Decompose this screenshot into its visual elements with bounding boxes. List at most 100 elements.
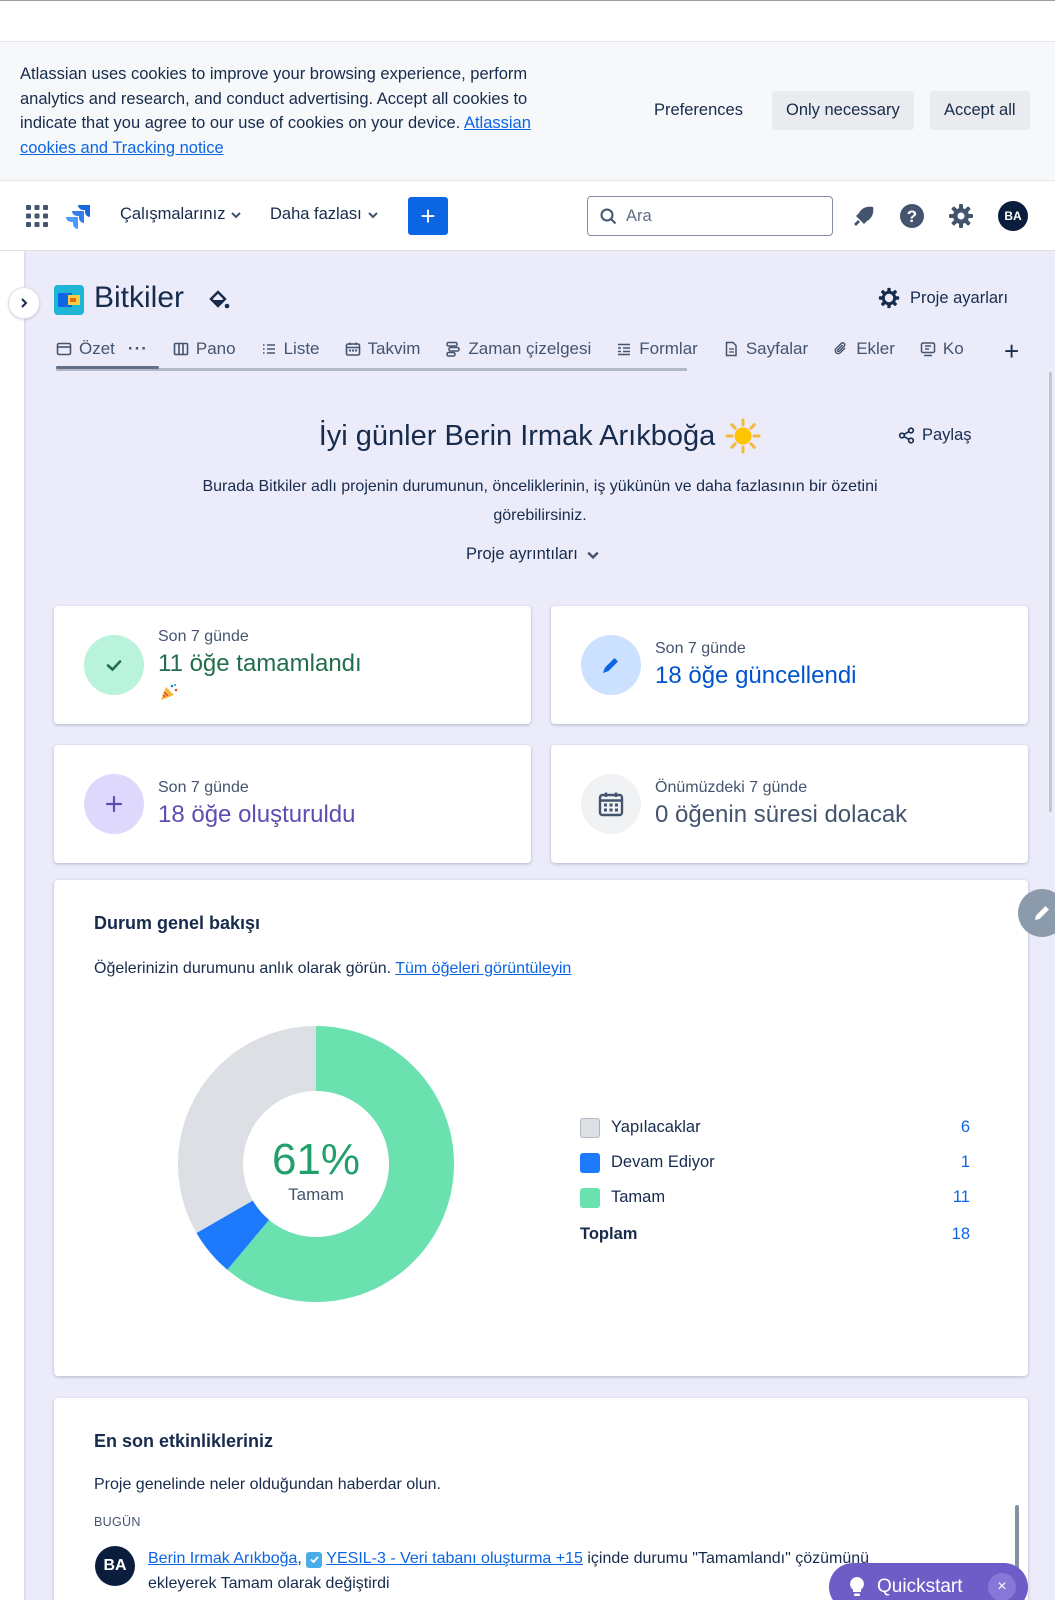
- active-tab-indicator: [56, 366, 159, 369]
- legend-row-done[interactable]: Tamam 11: [580, 1180, 980, 1215]
- stat-card-created[interactable]: Son 7 günde 18 öğe oluşturuldu: [54, 745, 531, 863]
- chevron-down-icon: [231, 211, 242, 218]
- tab-calendar[interactable]: Takvim: [345, 329, 421, 369]
- stat-period: Son 7 günde: [158, 779, 249, 796]
- calendar-icon: [598, 792, 624, 817]
- legend-total-label: Toplam: [580, 1224, 638, 1243]
- project-details-toggle[interactable]: Proje ayrıntıları: [466, 545, 599, 564]
- gear-icon: [878, 287, 900, 309]
- code-icon: [920, 342, 936, 357]
- legend-row-total: Toplam 18: [580, 1215, 980, 1253]
- settings-icon[interactable]: [948, 203, 974, 229]
- quickstart-button[interactable]: Quickstart ×: [829, 1563, 1028, 1600]
- share-label: Paylaş: [922, 426, 972, 444]
- legend-total-value: 18: [951, 1224, 970, 1243]
- project-title: Bitkiler: [94, 281, 185, 314]
- tab-list[interactable]: Liste: [261, 329, 320, 369]
- greeting-text: İyi günler Berin Irmak Arıkboğa: [318, 419, 716, 452]
- legend-row-in-progress[interactable]: Devam Ediyor 1: [580, 1145, 980, 1180]
- calendar-icon: [345, 342, 360, 356]
- preferences-button[interactable]: Preferences: [640, 91, 757, 130]
- sidebar-expand-button[interactable]: [8, 287, 40, 319]
- share-button[interactable]: Paylaş: [898, 426, 972, 445]
- stat-period: Son 7 günde: [655, 640, 746, 657]
- tab-more-icon[interactable]: ···: [128, 339, 148, 359]
- tab-board[interactable]: Pano: [173, 329, 236, 369]
- paint-bucket-icon[interactable]: [208, 289, 230, 311]
- legend-value: 11: [952, 1188, 970, 1206]
- tab-calendar-label: Takvim: [367, 339, 421, 358]
- stat-card-completed[interactable]: Son 7 günde 11 öğe tamamlandı: [54, 606, 531, 724]
- activity-user-link[interactable]: Berin Irmak Arıkboğa: [148, 1550, 297, 1567]
- status-overview-title: Durum genel bakışı: [94, 913, 261, 933]
- chevron-right-icon: [21, 298, 28, 308]
- avatar[interactable]: BA: [95, 1546, 135, 1586]
- tab-forms-label: Formlar: [639, 339, 698, 358]
- search-input[interactable]: [626, 206, 816, 226]
- board-icon: [173, 342, 189, 356]
- jira-logo-icon[interactable]: [66, 203, 92, 229]
- legend-label: Yapılacaklar: [611, 1118, 701, 1136]
- share-icon: [898, 427, 915, 444]
- tab-attachments-label: Ekler: [856, 339, 895, 358]
- created-icon-circle: [84, 774, 144, 834]
- status-legend: Yapılacaklar 6 Devam Ediyor 1 Tamam 11 T…: [580, 1110, 980, 1253]
- activity-entry: Berin Irmak Arıkboğa, YESIL-3 - Veri tab…: [148, 1550, 870, 1592]
- app-switcher-icon[interactable]: [26, 205, 48, 227]
- accept-all-button[interactable]: Accept all: [930, 91, 1030, 130]
- due-icon-circle: [581, 774, 641, 834]
- stat-card-updated[interactable]: Son 7 günde 18 öğe güncellendi: [551, 606, 1028, 724]
- tab-attachments[interactable]: Ekler: [833, 329, 895, 369]
- legend-row-todo[interactable]: Yapılacaklar 6: [580, 1110, 980, 1145]
- tab-list-label: Liste: [283, 339, 320, 358]
- browser-top-strip: [0, 0, 1055, 41]
- stat-value: 11 öğe tamamlandı: [158, 650, 362, 677]
- summary-intro: Burada Bitkiler adlı projenin durumunun,…: [202, 478, 878, 524]
- project-tabs: Özet ··· Pano Liste Takvim Zaman çizelge…: [56, 329, 1036, 369]
- only-necessary-button[interactable]: Only necessary: [772, 91, 914, 130]
- project-details-label: Proje ayrıntıları: [466, 545, 578, 563]
- party-popper-icon: [161, 684, 178, 700]
- activity-title: En son etkinlikleriniz: [94, 1431, 274, 1451]
- lightbulb-icon: [850, 1577, 864, 1596]
- tab-summary-label: Özet: [79, 339, 115, 358]
- stat-value: 0 öğenin süresi dolacak: [655, 801, 908, 828]
- tab-timeline[interactable]: Zaman çizelgesi: [445, 329, 591, 369]
- your-work-dropdown[interactable]: Çalışmalarınız: [120, 205, 242, 224]
- your-work-label: Çalışmalarınız: [120, 205, 226, 223]
- pages-icon: [725, 341, 737, 357]
- tab-summary[interactable]: Özet ···: [56, 329, 148, 369]
- donut-center-label: Tamam: [288, 1185, 344, 1204]
- more-dropdown[interactable]: Daha fazlası: [270, 205, 378, 224]
- add-tab-button[interactable]: +: [1004, 336, 1019, 367]
- status-overview-description: Öğelerinizin durumunu anlık olarak görün…: [94, 960, 572, 977]
- help-icon[interactable]: ?: [899, 203, 925, 229]
- view-all-items-link[interactable]: Tüm öğeleri görüntüleyin: [395, 960, 571, 977]
- stat-value: 18 öğe güncellendi: [655, 662, 857, 689]
- activity-description: Proje genelinde neler olduğundan haberda…: [94, 1476, 441, 1493]
- pencil-icon: [1035, 906, 1049, 920]
- close-icon[interactable]: ×: [988, 1573, 1016, 1600]
- cookie-banner: Atlassian uses cookies to improve your b…: [0, 41, 1055, 181]
- search-icon: [600, 208, 617, 224]
- stat-card-due[interactable]: Önümüzdeki 7 günde 0 öğenin süresi dolac…: [551, 745, 1028, 863]
- project-avatar-icon: [54, 285, 84, 315]
- tab-pages-label: Sayfalar: [745, 339, 809, 358]
- sun-icon: [725, 418, 761, 454]
- tab-pages[interactable]: Sayfalar: [723, 329, 808, 369]
- profile-avatar[interactable]: BA: [998, 201, 1028, 231]
- tab-timeline-label: Zaman çizelgesi: [468, 339, 592, 358]
- cookie-text: Atlassian uses cookies to improve your b…: [20, 65, 531, 157]
- stat-period: Son 7 günde: [158, 628, 249, 645]
- tab-code[interactable]: Ko: [920, 329, 974, 369]
- create-button[interactable]: +: [408, 197, 448, 235]
- more-label: Daha fazlası: [270, 205, 362, 223]
- search-box[interactable]: [587, 196, 833, 236]
- project-settings-link[interactable]: Proje ayarları: [878, 287, 1008, 309]
- notifications-icon[interactable]: [851, 203, 877, 229]
- activity-item-link[interactable]: YESIL-3 - Veri tabanı oluşturma +15: [326, 1550, 583, 1567]
- stat-period: Önümüzdeki 7 günde: [655, 779, 808, 796]
- tab-forms[interactable]: Formlar: [616, 329, 698, 369]
- pencil-icon: [603, 658, 618, 673]
- top-navigation: Çalışmalarınız Daha fazlası + ? BA: [0, 181, 1055, 251]
